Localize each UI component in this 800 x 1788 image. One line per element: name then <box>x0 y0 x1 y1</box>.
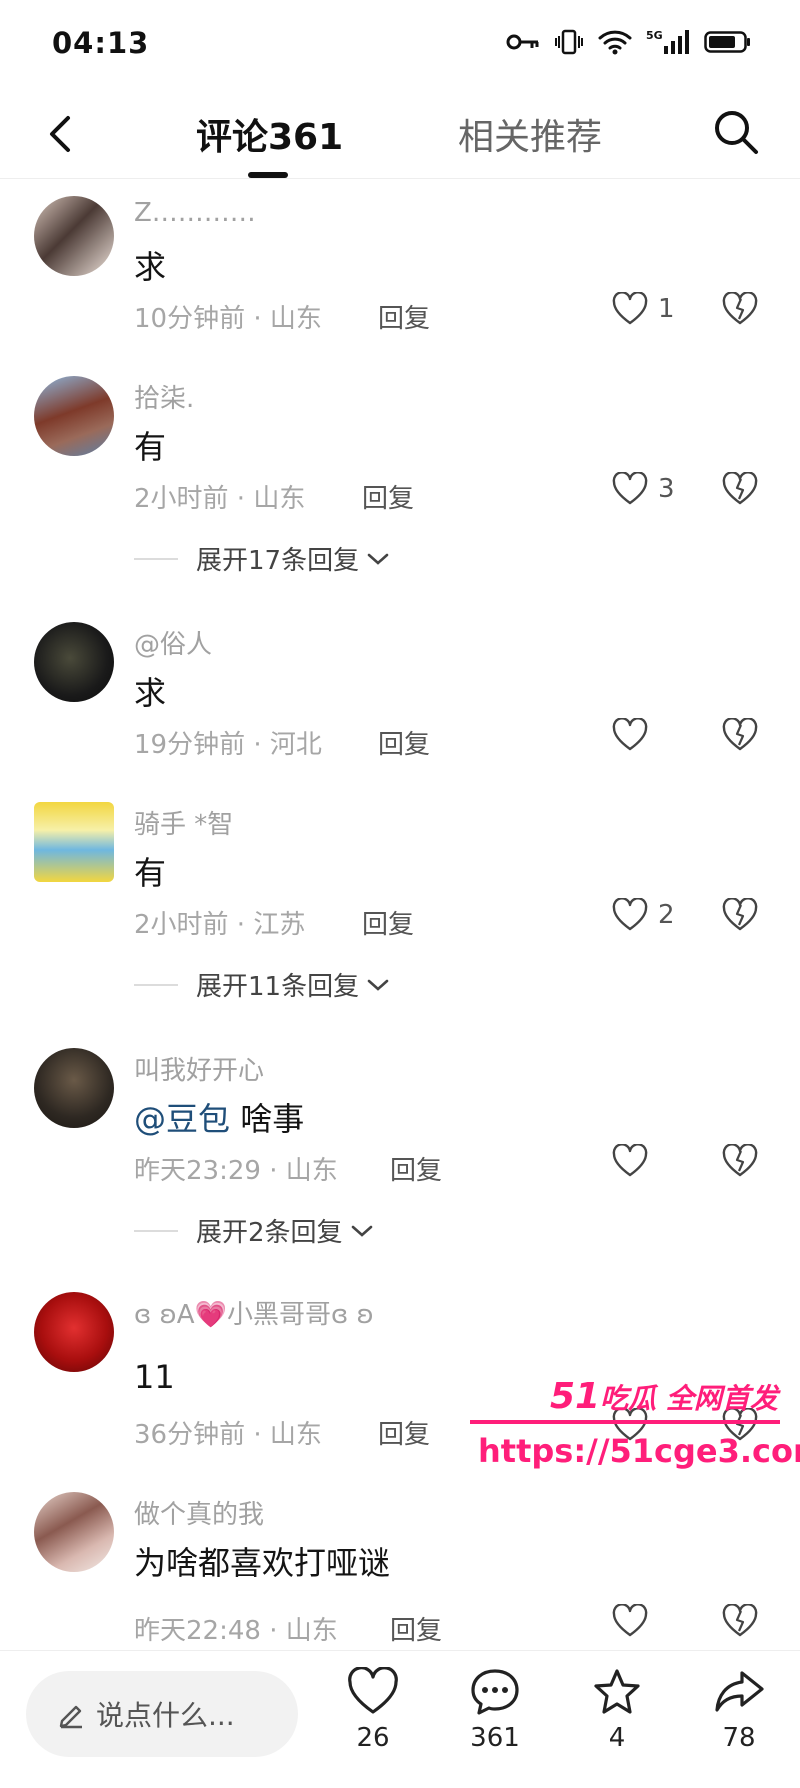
favorite-button[interactable]: 4 <box>582 1667 652 1753</box>
cellular-5g-icon: 5G <box>646 29 689 54</box>
comment-meta: 2小时前 · 江苏 <box>134 910 306 940</box>
reply-button[interactable]: 回复 <box>390 1610 442 1647</box>
favorite-total: 4 <box>608 1723 626 1753</box>
comment-username[interactable]: Z………… <box>134 198 256 228</box>
like-count: 3 <box>658 474 675 504</box>
svg-text:5G: 5G <box>646 29 663 42</box>
reply-button[interactable]: 回复 <box>390 1150 442 1187</box>
comment-text: 有 <box>134 428 167 466</box>
like-count: 1 <box>658 294 675 324</box>
heart-icon <box>612 1144 648 1177</box>
mention-link[interactable]: @豆包 <box>134 1100 230 1138</box>
key-icon <box>506 34 539 50</box>
expand-replies-button[interactable]: 展开11条回复 <box>134 966 391 1003</box>
broken-heart-icon[interactable] <box>722 898 758 932</box>
expand-replies-button[interactable]: 展开17条回复 <box>134 540 391 577</box>
comment-meta: 10分钟前 · 山东 <box>134 304 322 334</box>
comment-input-placeholder: 说点什么... <box>96 1699 235 1732</box>
like-count: 2 <box>658 900 675 930</box>
comment-text: 为啥都喜欢打哑谜 <box>134 1544 391 1582</box>
comment-username[interactable]: 做个真的我 <box>134 1494 264 1531</box>
comment-total: 361 <box>470 1723 520 1753</box>
comments-button[interactable]: 361 <box>460 1667 530 1753</box>
comment-meta: 2小时前 · 山东 <box>134 484 306 514</box>
reply-button[interactable]: 回复 <box>378 298 430 335</box>
broken-heart-icon[interactable] <box>722 1144 758 1178</box>
like-button[interactable] <box>612 1604 658 1638</box>
avatar[interactable] <box>34 1492 114 1572</box>
comment-text: @豆包 啥事 <box>134 1100 305 1138</box>
heart-icon <box>612 898 648 931</box>
like-button[interactable]: 3 <box>612 472 675 506</box>
chevron-down-icon <box>367 553 389 565</box>
watermark: 51吃瓜 全网首发 https://51cge3.com <box>470 1376 800 1476</box>
bottom-action-bar: 说点什么... 26 361 4 78 <box>0 1650 800 1788</box>
comment-username[interactable]: 叫我好开心 <box>134 1050 264 1087</box>
comment-username[interactable]: 骑手 *智 <box>134 804 233 841</box>
heart-icon <box>612 292 648 325</box>
comment-username[interactable]: 拾柒. <box>134 378 194 415</box>
heart-icon <box>612 1604 648 1637</box>
comment-meta: 36分钟前 · 山东 <box>134 1420 322 1450</box>
chevron-down-icon <box>351 1225 372 1237</box>
pencil-icon <box>59 1705 82 1729</box>
comment-text: 11 <box>134 1358 175 1396</box>
share-arrow-icon <box>715 1671 764 1712</box>
heart-icon <box>348 1666 398 1714</box>
comment-text: 求 <box>134 248 167 286</box>
wifi-icon <box>598 30 632 55</box>
heart-icon <box>612 472 648 505</box>
comment-text: 求 <box>134 674 167 712</box>
reply-button[interactable]: 回复 <box>378 1414 430 1451</box>
broken-heart-icon[interactable] <box>722 718 758 752</box>
vibrate-icon <box>555 29 583 55</box>
avatar[interactable] <box>34 802 114 882</box>
comment-username[interactable]: @俗人 <box>134 624 212 661</box>
comments-header: 评论361 相关推荐 <box>0 90 800 179</box>
broken-heart-icon[interactable] <box>722 292 758 326</box>
comment-username[interactable]: ɞ ʚA💗小黑哥哥ɞ ʚ <box>134 1294 374 1331</box>
watermark-url: https://51cge3.com <box>478 1432 800 1470</box>
reply-button[interactable]: 回复 <box>362 478 414 515</box>
avatar[interactable] <box>34 1048 114 1128</box>
watermark-rule <box>470 1420 780 1424</box>
broken-heart-icon[interactable] <box>722 1604 758 1638</box>
avatar[interactable] <box>34 622 114 702</box>
avatar[interactable] <box>34 376 114 456</box>
comment-text: 有 <box>134 854 167 892</box>
comment-meta: 昨天23:29 · 山东 <box>134 1156 338 1186</box>
status-time: 04:13 <box>52 26 150 60</box>
broken-heart-icon[interactable] <box>722 472 758 506</box>
search-icon[interactable] <box>708 104 764 160</box>
tab-related[interactable]: 相关推荐 <box>458 108 602 160</box>
comment-meta: 19分钟前 · 河北 <box>134 730 322 760</box>
status-bar: 04:13 5G <box>0 0 800 90</box>
like-button[interactable]: 1 <box>612 292 675 326</box>
tab-comments[interactable]: 评论361 <box>196 108 343 160</box>
share-button[interactable]: 78 <box>704 1667 774 1753</box>
battery-icon <box>704 31 750 53</box>
like-button[interactable] <box>612 1144 658 1178</box>
avatar[interactable] <box>34 196 114 276</box>
like-button[interactable]: 2 <box>612 898 675 932</box>
heart-icon <box>612 718 648 751</box>
chevron-down-icon <box>367 979 389 991</box>
chat-bubble-icon <box>471 1669 519 1715</box>
comment-input[interactable]: 说点什么... <box>26 1671 298 1757</box>
reply-button[interactable]: 回复 <box>362 904 414 941</box>
share-total: 78 <box>722 1723 756 1753</box>
watermark-brand: 51吃瓜 全网首发 <box>550 1376 778 1417</box>
reply-button[interactable]: 回复 <box>378 724 430 761</box>
like-video-button[interactable]: 26 <box>338 1666 408 1753</box>
comment-meta: 昨天22:48 · 山东 <box>134 1616 338 1646</box>
expand-replies-button[interactable]: 展开2条回复 <box>134 1212 375 1249</box>
like-button[interactable] <box>612 718 658 752</box>
back-arrow-icon[interactable] <box>40 106 80 162</box>
star-icon <box>594 1669 640 1714</box>
avatar[interactable] <box>34 1292 114 1372</box>
like-total: 26 <box>356 1723 390 1753</box>
